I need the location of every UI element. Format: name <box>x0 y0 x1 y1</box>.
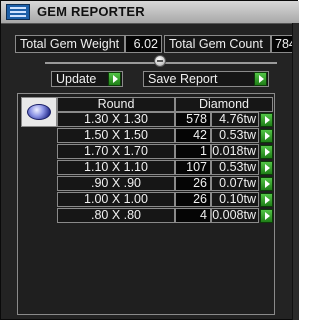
gem-size-cell: 1.70 X 1.70 <box>57 144 175 159</box>
row-play-arrow-icon[interactable] <box>260 209 273 223</box>
gem-count-cell: 4 <box>175 208 211 223</box>
gem-count-cell: 107 <box>175 160 211 175</box>
gem-count-cell: 578 <box>175 112 211 127</box>
gem-count-cell: 26 <box>175 176 211 191</box>
gem-weight-cell: 0.07tw <box>211 176 259 191</box>
panel-title: GEM REPORTER <box>37 4 145 19</box>
shape-column-header: Round <box>57 97 175 112</box>
row-play-arrow-icon[interactable] <box>260 145 273 159</box>
gem-count-cell: 26 <box>175 192 211 207</box>
panel-icon <box>6 4 30 20</box>
slider-knob-icon[interactable] <box>154 55 166 67</box>
save-report-button-label: Save Report <box>148 72 218 86</box>
gem-weight-cell: 0.018tw <box>211 144 259 159</box>
gem-weight-cell: 0.53tw <box>211 128 259 143</box>
row-play-arrow-icon[interactable] <box>260 177 273 191</box>
gem-count-cell: 42 <box>175 128 211 143</box>
gem-weight-cell: 0.53tw <box>211 160 259 175</box>
gem-reporter-panel: GEM REPORTER Total Gem Weight 6.02 Total… <box>0 0 299 320</box>
gem-size-cell: 1.00 X 1.00 <box>57 192 175 207</box>
update-button-label: Update <box>56 72 97 86</box>
gem-size-cell: 1.50 X 1.50 <box>57 128 175 143</box>
window-edge <box>292 23 299 320</box>
gem-size-cell: 1.10 X 1.10 <box>57 160 175 175</box>
gem-size-cell: .90 X .90 <box>57 176 175 191</box>
row-play-arrow-icon[interactable] <box>260 193 273 207</box>
update-play-arrow-icon[interactable] <box>108 72 121 86</box>
total-gem-weight-value: 6.02 <box>125 35 162 53</box>
total-gem-weight-label: Total Gem Weight <box>15 35 125 53</box>
gem-size-cell: .80 X .80 <box>57 208 175 223</box>
title-bar[interactable]: GEM REPORTER <box>1 1 299 24</box>
row-play-arrow-icon[interactable] <box>260 129 273 143</box>
gem-weight-cell: 4.76tw <box>211 112 259 127</box>
gem-weight-cell: 0.008tw <box>211 208 259 223</box>
gem-count-cell: 1 <box>175 144 211 159</box>
gem-weight-cell: 0.10tw <box>211 192 259 207</box>
row-play-arrow-icon[interactable] <box>260 113 273 127</box>
gem-size-cell: 1.30 X 1.30 <box>57 112 175 127</box>
save-report-button[interactable]: Save Report <box>143 71 269 87</box>
save-report-play-arrow-icon[interactable] <box>254 72 267 86</box>
update-button[interactable]: Update <box>51 71 123 87</box>
material-column-header: Diamond <box>175 97 273 112</box>
total-gem-count-label: Total Gem Count <box>164 35 271 53</box>
round-gem-icon <box>21 97 57 127</box>
row-play-arrow-icon[interactable] <box>260 161 273 175</box>
